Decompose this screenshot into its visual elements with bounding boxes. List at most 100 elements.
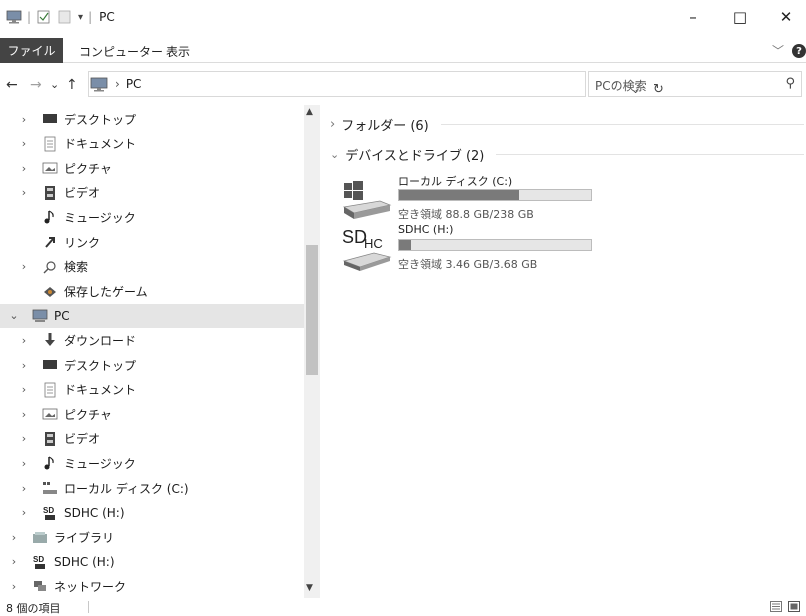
- drive-usage-fill: [399, 190, 520, 200]
- expand-ribbon-icon[interactable]: ﹀: [772, 42, 784, 59]
- chevron-right-icon[interactable]: ›: [18, 186, 30, 199]
- navigation-pane: › デスクトップ › ドキュメント › ピクチャ › ビデオ ミュージック リンク › 検索 保存したゲ…: [0, 105, 320, 598]
- nav-item-label: ピクチャ: [64, 161, 112, 176]
- search-input[interactable]: PCの検索: [595, 77, 647, 94]
- nav-item[interactable]: › ネットワーク: [0, 574, 304, 598]
- nav-item[interactable]: › ビデオ: [0, 427, 304, 451]
- nav-item[interactable]: › 検索: [0, 255, 304, 279]
- chevron-right-icon[interactable]: ›: [18, 408, 30, 421]
- drives-group-header[interactable]: ⌄ デバイスとドライブ (2): [330, 145, 804, 164]
- chevron-right-icon[interactable]: ›: [18, 137, 30, 150]
- chevron-right-icon[interactable]: ›: [18, 359, 30, 372]
- scroll-up-icon[interactable]: ▲: [306, 107, 313, 117]
- nav-item[interactable]: › ピクチャ: [0, 402, 304, 426]
- tab-computer[interactable]: コンピューター: [79, 43, 163, 60]
- recent-locations-button[interactable]: ⌄: [50, 78, 59, 91]
- nav-item-label: デスクトップ: [64, 358, 137, 373]
- nav-item[interactable]: › ライブラリ: [0, 525, 304, 549]
- nav-item-label: ミュージック: [64, 210, 136, 225]
- scrollbar-thumb[interactable]: [306, 245, 318, 375]
- drives-group-label: デバイスとドライブ (2): [345, 149, 485, 164]
- forward-button[interactable]: →: [30, 77, 42, 93]
- nav-item-label: SDHC (H:): [64, 505, 125, 520]
- up-button[interactable]: ↑: [66, 77, 78, 93]
- document-icon: [42, 382, 58, 398]
- maximize-button[interactable]: □: [727, 8, 753, 26]
- new-folder-icon[interactable]: [57, 10, 73, 24]
- pictures-icon: [42, 160, 58, 176]
- nav-item[interactable]: › ダウンロード: [0, 328, 304, 352]
- chevron-right-icon[interactable]: ›: [18, 457, 30, 470]
- customize-quick-access-icon[interactable]: ▾: [78, 12, 83, 23]
- breadcrumb-separator: ›: [115, 77, 120, 91]
- nav-item[interactable]: › ローカル ディスク (C:): [0, 476, 304, 500]
- sd-card-icon: SD: [42, 505, 58, 521]
- chevron-right-icon[interactable]: ›: [18, 260, 30, 273]
- nav-item[interactable]: › ビデオ: [0, 181, 304, 205]
- help-icon[interactable]: ?: [792, 44, 806, 58]
- tab-view[interactable]: 表示: [166, 43, 190, 60]
- chevron-right-icon[interactable]: ›: [18, 162, 30, 175]
- properties-icon[interactable]: [36, 10, 52, 24]
- nav-item[interactable]: › SD SDHC (H:): [0, 501, 304, 525]
- pc-icon: [90, 77, 108, 92]
- nav-item-label: ドキュメント: [64, 137, 137, 152]
- nav-item[interactable]: リンク: [0, 230, 304, 254]
- navigation-bar: ← → ⌄ ↑ › PC ⌄ ↻ PCの検索 ⚲: [0, 63, 806, 105]
- chevron-right-icon[interactable]: ›: [18, 432, 30, 445]
- nav-item[interactable]: 保存したゲーム: [0, 279, 304, 303]
- nav-item[interactable]: › ドキュメント: [0, 132, 304, 156]
- chevron-right-icon[interactable]: ›: [18, 506, 30, 519]
- chevron-right-icon[interactable]: ›: [18, 383, 30, 396]
- nav-item-label: ミュージック: [64, 456, 136, 471]
- nav-item[interactable]: ⌄ PC: [0, 303, 304, 328]
- folders-group-header[interactable]: › フォルダー (6): [330, 115, 804, 134]
- breadcrumb-pc[interactable]: PC: [126, 77, 142, 91]
- svg-text:SD: SD: [33, 555, 44, 564]
- address-bar[interactable]: › PC ⌄ ↻: [88, 71, 664, 97]
- nav-item[interactable]: › ミュージック: [0, 451, 304, 475]
- nav-item[interactable]: › ピクチャ: [0, 156, 304, 180]
- search-icon[interactable]: ⚲: [785, 76, 795, 91]
- chevron-right-icon[interactable]: ›: [8, 580, 20, 593]
- nav-item[interactable]: › SD SDHC (H:): [0, 550, 304, 574]
- library-icon: [32, 529, 48, 545]
- title-divider: |: [88, 10, 93, 24]
- drive-usage-bar: [398, 189, 592, 201]
- document-icon: [42, 136, 58, 152]
- nav-item[interactable]: › ドキュメント: [0, 378, 304, 402]
- nav-item-label: ピクチャ: [64, 407, 112, 422]
- nav-item-label: ビデオ: [64, 432, 101, 447]
- back-button[interactable]: ←: [6, 77, 18, 93]
- nav-scrollbar[interactable]: ▲ ▼: [304, 105, 320, 598]
- nav-item[interactable]: ミュージック: [0, 205, 304, 229]
- details-view-icon[interactable]: [770, 601, 782, 612]
- minimize-button[interactable]: –: [680, 8, 706, 26]
- chevron-down-icon[interactable]: ⌄: [8, 309, 20, 322]
- network-icon: [32, 578, 48, 594]
- desktop-icon: [42, 111, 58, 127]
- chevron-right-icon[interactable]: ›: [18, 113, 30, 126]
- drive-h[interactable]: SD HC SDHC (H:) 空き領域 3.46 GB/3.68 GB: [340, 223, 600, 273]
- tab-file[interactable]: ファイル: [0, 38, 63, 63]
- large-icons-view-icon[interactable]: [788, 601, 800, 612]
- chevron-right-icon[interactable]: ›: [18, 482, 30, 495]
- close-button[interactable]: ✕: [773, 8, 799, 26]
- group-divider: [496, 154, 804, 155]
- window-title: PC: [99, 10, 115, 24]
- music-icon: [42, 209, 58, 225]
- search-box[interactable]: PCの検索 ⚲: [588, 71, 802, 97]
- nav-item[interactable]: › デスクトップ: [0, 353, 304, 377]
- video-icon: [42, 185, 58, 201]
- nav-item-label: デスクトップ: [64, 112, 137, 127]
- chevron-right-icon[interactable]: ›: [8, 531, 20, 544]
- scroll-down-icon[interactable]: ▼: [306, 583, 313, 593]
- nav-item[interactable]: › デスクトップ: [0, 107, 304, 131]
- drive-c[interactable]: ローカル ディスク (C:) 空き領域 88.8 GB/238 GB: [340, 173, 600, 223]
- chevron-right-icon[interactable]: ›: [18, 334, 30, 347]
- pictures-icon: [42, 406, 58, 422]
- chevron-right-icon[interactable]: ›: [8, 555, 20, 568]
- nav-item-label: ローカル ディスク (C:): [64, 481, 189, 496]
- sd-card-icon: SD: [32, 554, 48, 570]
- saved-games-icon: [42, 283, 58, 299]
